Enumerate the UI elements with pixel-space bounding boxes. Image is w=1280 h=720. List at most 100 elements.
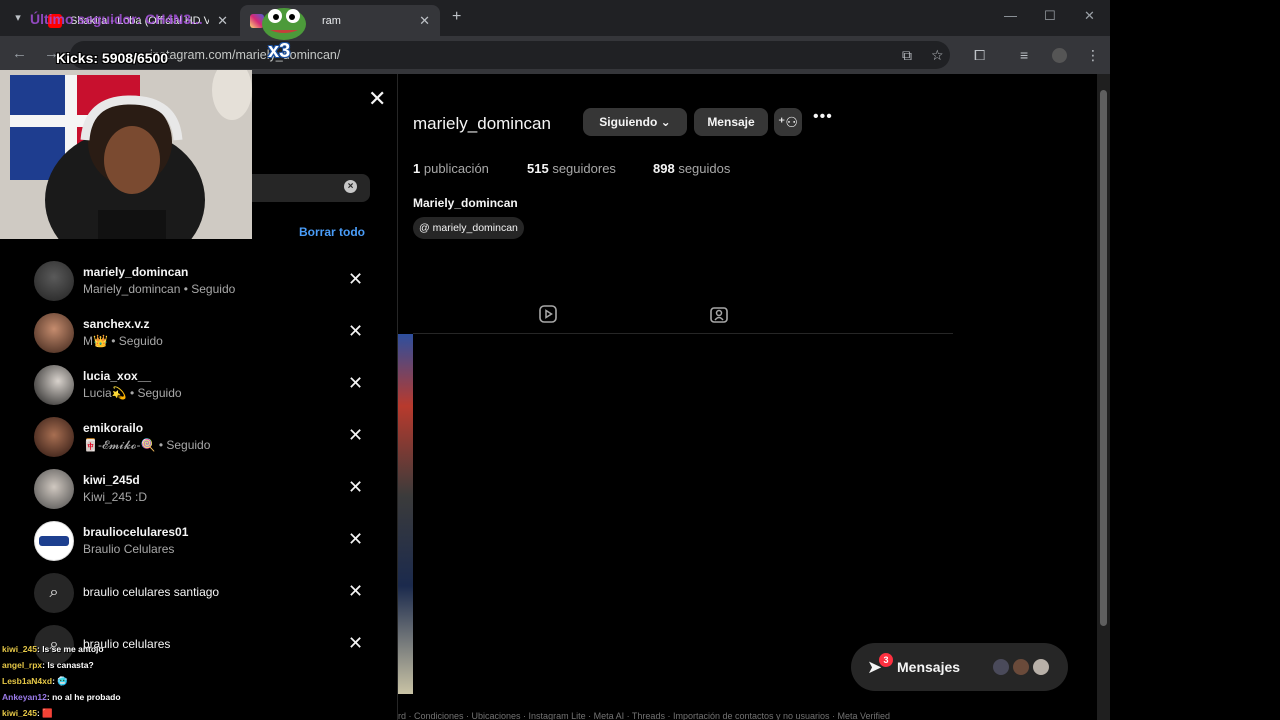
- avatar: [34, 261, 74, 301]
- recent-item[interactable]: kiwi_245d Kiwi_245 :D ✕: [0, 463, 398, 515]
- chat-line: kiwi_245: ls se me antojo: [2, 644, 104, 654]
- remove-recent-icon[interactable]: ✕: [348, 477, 363, 498]
- recent-item[interactable]: sanchex.v.z M👑 • Seguido ✕: [0, 307, 398, 359]
- minimize-icon[interactable]: —: [1004, 8, 1017, 23]
- recent-username: kiwi_245d: [83, 473, 140, 487]
- media-control-icon[interactable]: ≡: [1020, 47, 1028, 63]
- page-scrollbar[interactable]: [1097, 74, 1110, 720]
- remove-recent-icon[interactable]: ✕: [348, 581, 363, 602]
- recent-username: emikorailo: [83, 421, 144, 435]
- remove-recent-icon[interactable]: ✕: [348, 529, 363, 550]
- maximize-icon[interactable]: ☐: [1044, 8, 1056, 24]
- recent-subtitle: Braulio Celulares: [83, 542, 175, 556]
- tabs-divider: [413, 333, 953, 334]
- recent-item[interactable]: lucia_xox__ Lucia💫 • Seguido ✕: [0, 359, 398, 411]
- posts-stat: 1 publicación: [413, 161, 489, 176]
- messages-widget[interactable]: ➤ 3 Mensajes: [851, 643, 1068, 691]
- recent-username: brauliocelulares01: [83, 525, 189, 539]
- right-margin: [1110, 0, 1280, 720]
- browser-menu-icon[interactable]: ⋮: [1086, 47, 1100, 64]
- posts-count: 1: [413, 161, 421, 176]
- tab-close-icon[interactable]: ✕: [217, 13, 228, 29]
- profile-post-thumbnail[interactable]: [398, 334, 413, 694]
- threads-badge[interactable]: @ mariely_domincan: [413, 217, 524, 239]
- profile-full-name: Mariely_domincan: [413, 196, 518, 210]
- messages-badge: 3: [879, 653, 893, 667]
- kicks-counter-overlay: Kicks: 5908/6500: [56, 50, 169, 66]
- recent-subtitle: 🀄-𝓔𝓶𝓲𝓴𝓸-🍭 • Seguido: [83, 438, 211, 452]
- chat-user: angel_rpx: [2, 660, 43, 670]
- more-icon[interactable]: •••: [813, 108, 833, 126]
- chat-user: kiwi_245: [2, 708, 37, 718]
- avatar: [1031, 657, 1051, 677]
- reels-icon: [539, 305, 557, 323]
- recent-username: lucia_xox__: [83, 369, 152, 383]
- recent-subtitle: Kiwi_245 :D: [83, 490, 148, 504]
- search-clear-icon[interactable]: ×: [344, 180, 357, 193]
- avatar: [1011, 657, 1031, 677]
- chat-text: ls se me antojo: [42, 644, 104, 654]
- chat-emote-icon: 🟥: [42, 708, 53, 718]
- reels-tab[interactable]: [538, 304, 558, 324]
- message-button[interactable]: Mensaje: [694, 108, 768, 136]
- webcam-overlay: [0, 70, 252, 239]
- extensions-icon[interactable]: ⧠: [974, 47, 985, 64]
- following-count: 898: [653, 161, 675, 176]
- followers-stat[interactable]: 515 seguidores: [527, 161, 616, 176]
- recent-item[interactable]: emikorailo 🀄-𝓔𝓶𝓲𝓴𝓸-🍭 • Seguido ✕: [0, 411, 398, 463]
- posts-label: publicación: [423, 161, 489, 176]
- avatar: [34, 365, 74, 405]
- following-button[interactable]: Siguiendo ⌄: [583, 108, 687, 136]
- recent-username: mariely_domincan: [83, 265, 189, 279]
- remove-recent-icon[interactable]: ✕: [348, 321, 363, 342]
- recent-username: sanchex.v.z: [83, 317, 150, 331]
- back-icon[interactable]: ←: [12, 45, 27, 62]
- tab-search-menu-icon[interactable]: ▾: [8, 8, 28, 28]
- add-person-icon[interactable]: ⁺⚇: [774, 108, 802, 136]
- chevron-down-icon: ⌄: [660, 115, 671, 129]
- avatar: [34, 417, 74, 457]
- profile-avatar-icon[interactable]: [1052, 48, 1067, 63]
- scrollbar-thumb[interactable]: [1100, 90, 1107, 626]
- chat-line: angel_rpx: ls canasta?: [2, 660, 94, 670]
- profile-main: mariely_domincan Siguiendo ⌄ Mensaje ⁺⚇ …: [413, 74, 1103, 720]
- window-close-icon[interactable]: ✕: [1084, 8, 1095, 24]
- last-follower-overlay: Último seguidor: CH4N3...: [30, 11, 203, 27]
- clear-all-button[interactable]: Borrar todo: [299, 225, 365, 239]
- chat-line: Lesb1aN4xd: 🥶: [2, 676, 68, 686]
- tagged-tab[interactable]: [709, 304, 729, 324]
- recent-search-text: braulio celulares santiago: [83, 585, 220, 599]
- recent-subtitle: Mariely_domincan • Seguido: [83, 282, 236, 296]
- avatar: [991, 657, 1011, 677]
- remove-recent-icon[interactable]: ✕: [348, 269, 363, 290]
- close-icon[interactable]: ✕: [368, 86, 386, 112]
- recent-subtitle: Lucia💫 • Seguido: [83, 386, 182, 400]
- remove-recent-icon[interactable]: ✕: [348, 373, 363, 394]
- install-app-icon[interactable]: ⧉: [902, 47, 912, 64]
- bookmark-star-icon[interactable]: ☆: [931, 47, 944, 64]
- recent-search-item[interactable]: ⌕ braulio celulares santiago ✕: [0, 567, 398, 619]
- tab-close-icon[interactable]: ✕: [419, 13, 430, 29]
- tagged-icon: [710, 307, 728, 323]
- stream-chat-overlay: kiwi_245: ls se me antojo angel_rpx: ls …: [2, 641, 252, 720]
- profile-username: mariely_domincan: [413, 114, 551, 133]
- chat-user: kiwi_245: [2, 644, 37, 654]
- remove-recent-icon[interactable]: ✕: [348, 425, 363, 446]
- footer-links[interactable]: rd · Condiciones · Ubicaciones · Instagr…: [398, 712, 890, 720]
- recent-item[interactable]: brauliocelulares01 Braulio Celulares ✕: [0, 515, 398, 567]
- followers-count: 515: [527, 161, 549, 176]
- chat-text: no al he probado: [52, 692, 121, 702]
- remove-recent-icon[interactable]: ✕: [348, 633, 363, 654]
- recent-item[interactable]: mariely_domincan Mariely_domincan • Segu…: [0, 255, 398, 307]
- chat-line: Ankeyan12: no al he probado: [2, 692, 121, 702]
- webcam-feed: [0, 70, 252, 239]
- braulio-logo-icon: [39, 536, 69, 546]
- chat-emote-icon: 🥶: [57, 676, 68, 686]
- chat-user: Ankeyan12: [2, 692, 47, 702]
- chat-text: ls canasta?: [47, 660, 94, 670]
- address-bar[interactable]: instagram.com/mariely_domincan/: [70, 41, 950, 69]
- new-tab-icon[interactable]: +: [452, 8, 461, 26]
- following-stat[interactable]: 898 seguidos: [653, 161, 730, 176]
- emote-multiplier: x3: [268, 40, 291, 62]
- frog-emote-overlay: x3: [258, 2, 310, 64]
